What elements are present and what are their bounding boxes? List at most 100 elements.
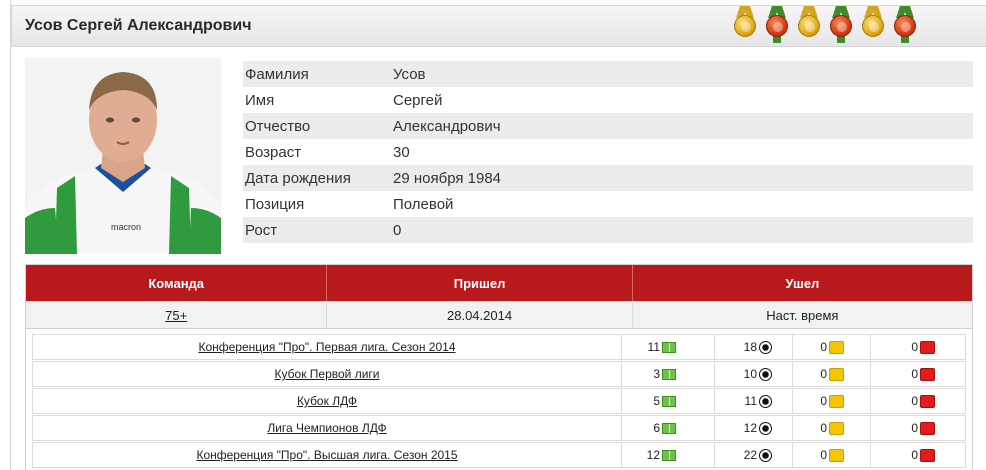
info-value: 29 ноября 1984 <box>393 169 502 187</box>
yellow-cards-cell: 0 <box>793 362 871 386</box>
joined-cell: 28.04.2014 <box>327 302 633 329</box>
tournament-link[interactable]: Лига Чемпионов ЛДФ <box>267 421 386 435</box>
gold-medal-icon[interactable] <box>861 6 885 42</box>
red-card-icon <box>920 448 935 462</box>
joined-column-header: Пришел <box>327 265 633 301</box>
tournament-link[interactable]: Конференция "Про". Высшая лига. Сезон 20… <box>196 448 457 462</box>
info-label: Отчество <box>245 117 311 135</box>
bronze-medal-icon[interactable] <box>765 6 789 43</box>
bronze-medal-icon[interactable] <box>893 6 917 43</box>
tournament-link[interactable]: Кубок Первой лиги <box>275 367 380 381</box>
tournament-cell: Кубок Первой лиги <box>33 362 622 386</box>
ball-icon <box>759 394 772 408</box>
red-cards-cell: 0 <box>871 362 965 386</box>
table-row: 75+ 28.04.2014 Наст. время <box>26 301 972 329</box>
goals-count: 10 <box>743 367 757 381</box>
info-row-age: Возраст 30 <box>243 139 973 165</box>
field-icon <box>662 368 676 380</box>
red-cards-cell: 0 <box>871 416 965 440</box>
info-value: Полевой <box>393 195 454 213</box>
goals-cell: 18 <box>715 335 793 359</box>
info-label: Возраст <box>245 143 302 161</box>
red-count: 0 <box>911 340 918 354</box>
goals-cell: 10 <box>715 362 793 386</box>
games-count: 12 <box>646 448 660 462</box>
info-value: Усов <box>393 65 426 83</box>
tournament-cell: Конференция "Про". Высшая лига. Сезон 20… <box>33 443 622 467</box>
yellow-count: 0 <box>820 340 827 354</box>
goals-count: 12 <box>743 421 757 435</box>
player-photo: macron <box>25 58 221 254</box>
red-cards-cell: 0 <box>871 443 965 467</box>
red-card-icon <box>920 394 935 408</box>
teams-header-row: Команда Пришел Ушел <box>26 265 972 301</box>
red-count: 0 <box>911 421 918 435</box>
games-cell: 3 <box>622 362 715 386</box>
team-link[interactable]: 75+ <box>165 308 187 323</box>
player-page: Усов Сергей Александрович macron Фамилия… <box>10 0 986 470</box>
field-icon <box>662 341 676 353</box>
yellow-card-icon <box>829 448 844 462</box>
info-value: Сергей <box>393 91 443 109</box>
goals-cell: 11 <box>715 389 793 413</box>
tournament-stats-table: Конференция "Про". Первая лига. Сезон 20… <box>25 328 973 470</box>
bronze-medal-icon[interactable] <box>829 6 853 43</box>
ball-icon <box>759 448 772 462</box>
yellow-card-icon <box>829 421 844 435</box>
games-count: 5 <box>653 394 660 408</box>
info-value: 0 <box>393 221 402 239</box>
field-icon <box>662 449 676 461</box>
field-icon <box>662 395 676 407</box>
info-label: Рост <box>245 221 278 239</box>
goals-cell: 22 <box>715 443 793 467</box>
yellow-card-icon <box>829 367 844 381</box>
games-cell: 12 <box>622 443 715 467</box>
table-row: Кубок Первой лиги 3 10 0 0 <box>32 361 966 387</box>
ball-icon <box>759 340 772 354</box>
info-row-height: Рост 0 <box>243 217 973 243</box>
info-label: Позиция <box>245 195 305 213</box>
goals-count: 11 <box>744 394 757 408</box>
gold-medal-icon[interactable] <box>797 6 821 42</box>
teams-table: Команда Пришел Ушел 75+ 28.04.2014 Наст.… <box>25 264 973 330</box>
gold-medal-icon[interactable] <box>733 6 757 42</box>
red-card-icon <box>920 367 935 381</box>
red-card-icon <box>920 340 935 354</box>
tournament-link[interactable]: Конференция "Про". Первая лига. Сезон 20… <box>198 340 455 354</box>
info-label: Фамилия <box>245 65 309 83</box>
yellow-count: 0 <box>820 367 827 381</box>
games-count: 11 <box>647 340 660 354</box>
tournament-cell: Кубок ЛДФ <box>33 389 622 413</box>
red-card-icon <box>920 421 935 435</box>
team-column-header: Команда <box>26 265 328 301</box>
goals-cell: 12 <box>715 416 793 440</box>
info-label: Имя <box>245 91 275 109</box>
ball-icon <box>759 421 772 435</box>
yellow-card-icon <box>829 394 844 408</box>
field-icon <box>662 422 676 434</box>
info-row-patronymic: Отчество Александрович <box>243 113 973 139</box>
yellow-cards-cell: 0 <box>793 335 871 359</box>
info-value: 30 <box>393 143 410 161</box>
tournament-link[interactable]: Кубок ЛДФ <box>297 394 357 408</box>
goals-count: 22 <box>743 448 757 462</box>
goals-count: 18 <box>743 340 757 354</box>
player-info-table: Фамилия Усов Имя Сергей Отчество Алексан… <box>243 61 973 243</box>
yellow-count: 0 <box>820 421 827 435</box>
yellow-cards-cell: 0 <box>793 389 871 413</box>
table-row: Кубок ЛДФ 5 11 0 0 <box>32 388 966 414</box>
yellow-count: 0 <box>820 448 827 462</box>
table-row: Лига Чемпионов ЛДФ 6 12 0 0 <box>32 415 966 441</box>
games-cell: 5 <box>622 389 715 413</box>
tournament-cell: Конференция "Про". Первая лига. Сезон 20… <box>33 335 622 359</box>
red-count: 0 <box>911 448 918 462</box>
info-row-name: Имя Сергей <box>243 87 973 113</box>
yellow-cards-cell: 0 <box>793 443 871 467</box>
player-name-title: Усов Сергей Александрович <box>25 17 252 34</box>
red-cards-cell: 0 <box>871 389 965 413</box>
info-row-position: Позиция Полевой <box>243 191 973 217</box>
red-count: 0 <box>911 394 918 408</box>
tournament-cell: Лига Чемпионов ЛДФ <box>33 416 622 440</box>
games-cell: 11 <box>622 335 715 359</box>
ball-icon <box>759 367 772 381</box>
